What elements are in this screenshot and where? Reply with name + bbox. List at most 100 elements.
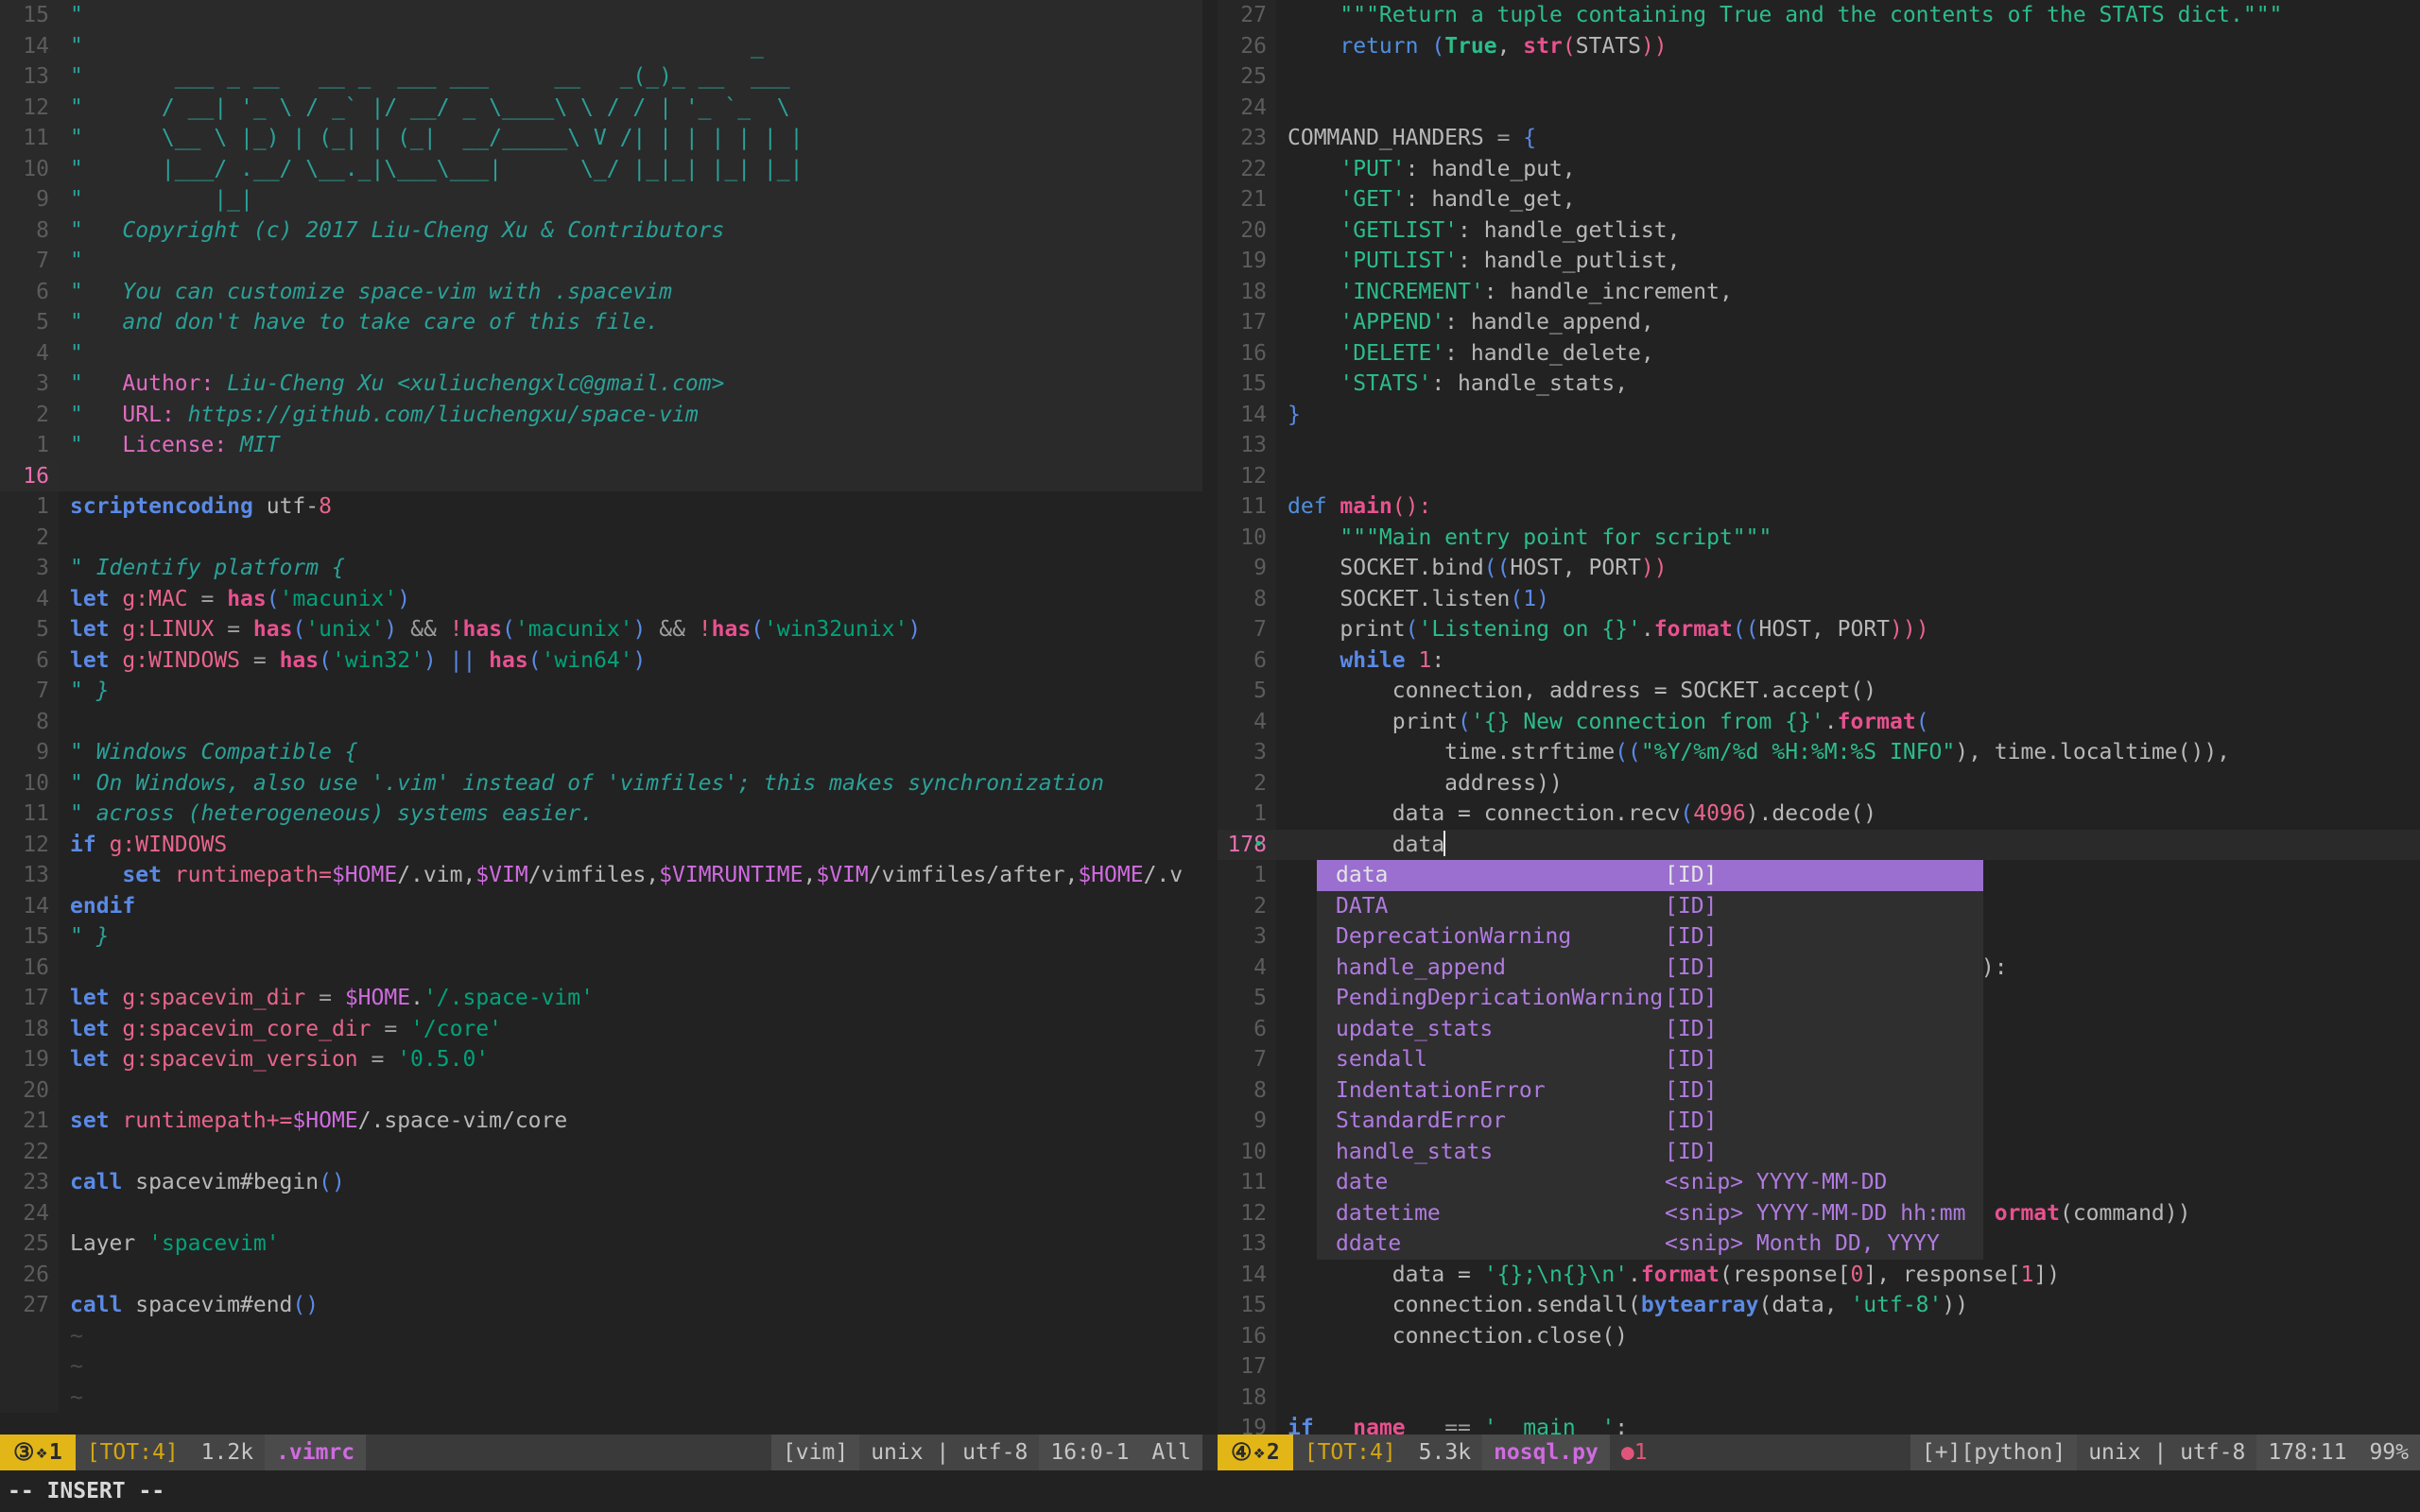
code-line[interactable]: 14 " _ — [0, 30, 1202, 61]
completion-popup[interactable]: data [ID] DATA [ID] DeprecationWarning [ID] ha… — [1317, 860, 1983, 1260]
code-line[interactable]: 14 data = '{};\n{}\n'.format(response[0]… — [1218, 1259, 2420, 1290]
code-line[interactable]: 8 " Copyright (c) 2017 Liu-Cheng Xu & Con… — [0, 215, 1202, 246]
code-line[interactable]: 1 data = connection.recv(4096).decode() — [1218, 799, 2420, 830]
code-line[interactable]: 24 — [1218, 92, 2420, 123]
completion-item[interactable]: StandardError [ID] — [1317, 1106, 1983, 1137]
code-line[interactable]: 6 while 1: — [1218, 644, 2420, 676]
code-line[interactable]: 10 " |___/ .__/ \__._|\___\___| \_/ |_|_|… — [0, 153, 1202, 184]
code-line[interactable]: 3 " Identify platform { — [0, 553, 1202, 584]
code-line[interactable]: 24 — [0, 1197, 1202, 1228]
completion-item[interactable]: date <snip> YYYY-MM-DD — [1317, 1167, 1983, 1198]
editor-pane-nosql[interactable]: 27 """Return a tuple containing True and… — [1218, 0, 2420, 1435]
completion-item[interactable]: DeprecationWarning [ID] — [1317, 921, 1983, 953]
code-line[interactable]: 5 connection, address = SOCKET.accept() — [1218, 676, 2420, 707]
code-line[interactable]: 25 — [1218, 61, 2420, 93]
code-line[interactable]: 17 let g:spacevim_dir = $HOME.'/.space-vi… — [0, 983, 1202, 1014]
editor-pane-vimrc[interactable]: 15 " 14 " _ 13 " ___ _ __ __ _ ___ ___ __ _(_… — [0, 0, 1202, 1435]
completion-item[interactable]: sendall [ID] — [1317, 1044, 1983, 1075]
code-line[interactable]: 14 endif — [0, 890, 1202, 921]
code-line[interactable]: 14} — [1218, 399, 2420, 430]
code-line[interactable]: 6 let g:WINDOWS = has('win32') || has('wi… — [0, 644, 1202, 676]
code-line[interactable]: 11 " \__ \ |_) | (_| | (_| __/_____\ V /|… — [0, 123, 1202, 154]
code-line[interactable]: 15 connection.sendall(bytearray(data, 'u… — [1218, 1290, 2420, 1321]
code-line[interactable]: 17 'APPEND': handle_append, — [1218, 307, 2420, 338]
completion-item[interactable]: handle_stats [ID] — [1317, 1137, 1983, 1168]
code-line[interactable]: 5 " and don't have to take care of this f… — [0, 307, 1202, 338]
code-line[interactable]: 12 " / __| '_ \ / _` |/ __/ _ \____\ \ / … — [0, 92, 1202, 123]
code-line[interactable]: 26 return (True, str(STATS)) — [1218, 30, 2420, 61]
code-line[interactable]: 15 " — [0, 0, 1202, 31]
code-line[interactable]: 8 SOCKET.listen(1) — [1218, 583, 2420, 614]
line-number: 16 — [0, 952, 59, 983]
code-line[interactable]: 15 'STATS': handle_stats, — [1218, 369, 2420, 400]
code-line[interactable]: 18 let g:spacevim_core_dir = '/core' — [0, 1013, 1202, 1044]
code-line[interactable]: 11 " across (heterogeneous) systems easie… — [0, 799, 1202, 830]
code-line[interactable]: 8 — [0, 706, 1202, 737]
code-line[interactable]: 4 " — [0, 337, 1202, 369]
code-line[interactable]: 18 'INCREMENT': handle_increment, — [1218, 276, 2420, 307]
code-line[interactable]: 19 if __name__ == '__main__': — [1218, 1413, 2420, 1435]
code-line[interactable]: 1 scriptencoding utf-8 — [0, 491, 1202, 523]
code-line[interactable]: 25 Layer 'spacevim' — [0, 1228, 1202, 1260]
code-line[interactable]: 27 call spacevim#end() — [0, 1290, 1202, 1321]
completion-item[interactable]: PendingDepricationWarning [ID] — [1317, 983, 1983, 1014]
code-line[interactable]: 27 """Return a tuple containing True and… — [1218, 0, 2420, 31]
completion-item[interactable]: IndentationError [ID] — [1317, 1075, 1983, 1107]
code-line[interactable]: 3 time.strftime(("%Y/%m/%d %H:%M:%S INFO… — [1218, 737, 2420, 768]
code-line[interactable]: 7 print('Listening on {}'.format((HOST, … — [1218, 614, 2420, 645]
code-line[interactable]: 23 call spacevim#begin() — [0, 1167, 1202, 1198]
code-line[interactable]: 16 'DELETE': handle_delete, — [1218, 337, 2420, 369]
code-line[interactable]: ~ — [0, 1382, 1202, 1413]
code-line[interactable]: 19 let g:spacevim_version = '0.5.0' — [0, 1044, 1202, 1075]
completion-item[interactable]: DATA [ID] — [1317, 891, 1983, 922]
code-line[interactable]: 11 def main(): — [1218, 491, 2420, 523]
code-line[interactable]: 16 connection.close() — [1218, 1320, 2420, 1351]
completion-item[interactable]: ddate <snip> Month DD, YYYY — [1317, 1228, 1983, 1260]
code-line[interactable]: 5 let g:LINUX = has('unix') && !has('macu… — [0, 614, 1202, 645]
code-line[interactable]: 18 — [1218, 1382, 2420, 1413]
code-line[interactable]: 12 — [1218, 460, 2420, 491]
code-line[interactable]: 21 'GET': handle_get, — [1218, 184, 2420, 215]
code-line[interactable]: 16 — [0, 460, 1202, 491]
line-number: 9 — [0, 184, 59, 215]
code-line[interactable]: 7 " — [0, 246, 1202, 277]
code-line[interactable]: 7 " } — [0, 676, 1202, 707]
line-number: 5 — [0, 614, 59, 645]
code-line[interactable]: 9 SOCKET.bind((HOST, PORT)) — [1218, 553, 2420, 584]
code-line[interactable]: 13 set runtimepath=$HOME/.vim,$VIM/vimfi… — [0, 860, 1202, 891]
code-line[interactable]: 15 " } — [0, 921, 1202, 953]
code-line[interactable]: 17 — [1218, 1351, 2420, 1383]
completion-item[interactable]: data [ID] — [1317, 860, 1983, 891]
code-line[interactable]: 9 " Windows Compatible { — [0, 737, 1202, 768]
code-line[interactable]: ~ — [0, 1320, 1202, 1351]
code-line[interactable]: 20 — [0, 1074, 1202, 1106]
completion-item[interactable]: datetime <snip> YYYY-MM-DD hh:mm — [1317, 1198, 1983, 1229]
code-line[interactable]: 22 — [0, 1136, 1202, 1167]
code-line[interactable]: 6 " You can customize space-vim with .spa… — [0, 276, 1202, 307]
completion-item[interactable]: handle_append [ID] — [1317, 953, 1983, 984]
code-line[interactable]: 2 — [0, 522, 1202, 553]
code-line[interactable]: 21 set runtimepath+=$HOME/.space-vim/core — [0, 1106, 1202, 1137]
completion-item[interactable]: update_stats [ID] — [1317, 1014, 1983, 1045]
code-line[interactable]: 13 — [1218, 430, 2420, 461]
code-line[interactable]: 23 COMMAND_HANDERS = { — [1218, 123, 2420, 154]
code-line[interactable]: 4 let g:MAC = has('macunix') — [0, 583, 1202, 614]
code-token: spacevim#end — [122, 1293, 293, 1317]
code-line[interactable]: 178 data • — [1218, 829, 2420, 860]
code-line[interactable]: 2 " URL: https://github.com/liuchengxu/sp… — [0, 399, 1202, 430]
code-line[interactable]: 3 " Author: Liu-Cheng Xu <xuliuchengxlc@g… — [0, 369, 1202, 400]
code-line[interactable]: 19 'PUTLIST': handle_putlist, — [1218, 246, 2420, 277]
code-line[interactable]: 10 """Main entry point for script""" — [1218, 522, 2420, 553]
code-line[interactable]: ~ — [0, 1351, 1202, 1383]
code-line[interactable]: 26 — [0, 1259, 1202, 1290]
code-line[interactable]: 13 " ___ _ __ __ _ ___ ___ __ _(_)_ __ __… — [0, 61, 1202, 93]
code-line[interactable]: 22 'PUT': handle_put, — [1218, 153, 2420, 184]
code-line[interactable]: 9 " |_| — [0, 184, 1202, 215]
code-line[interactable]: 20 'GETLIST': handle_getlist, — [1218, 215, 2420, 246]
code-line[interactable]: 2 address)) — [1218, 767, 2420, 799]
code-line[interactable]: 16 — [0, 952, 1202, 983]
code-line[interactable]: 1 " License: MIT — [0, 430, 1202, 461]
code-line[interactable]: 4 print('{} New connection from {}'.form… — [1218, 706, 2420, 737]
code-line[interactable]: 12 if g:WINDOWS — [0, 829, 1202, 860]
code-line[interactable]: 10 " On Windows, also use '.vim' instead … — [0, 767, 1202, 799]
